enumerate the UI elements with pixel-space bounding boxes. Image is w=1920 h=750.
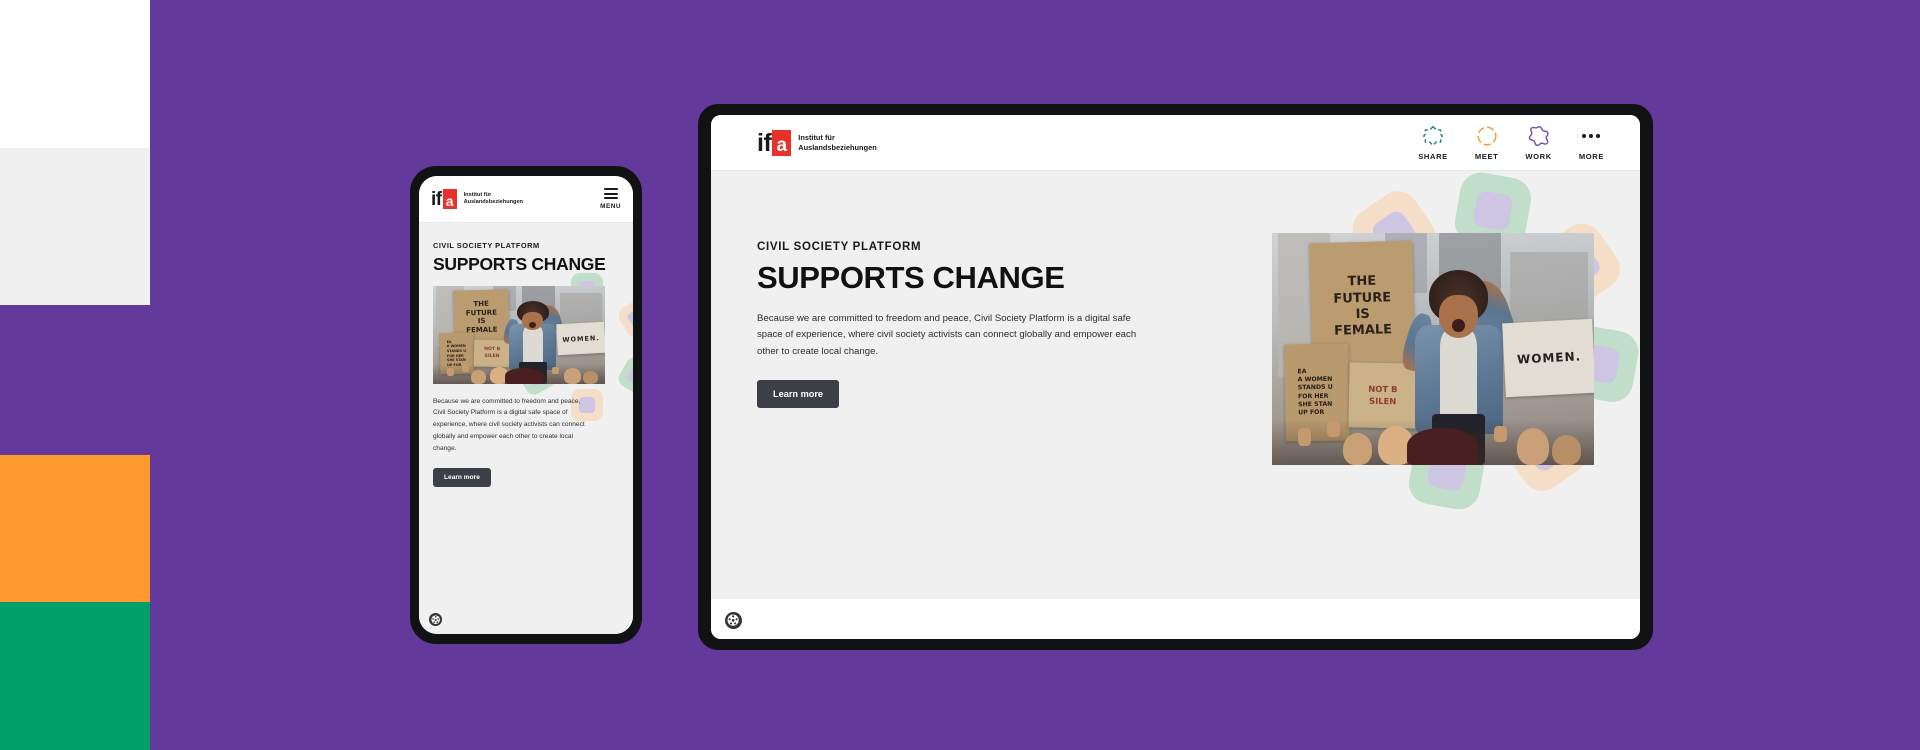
- color-band-white: [0, 0, 150, 148]
- logo-mark: if a: [431, 189, 457, 209]
- share-star-icon: [1422, 125, 1444, 146]
- work-star-icon: [1528, 125, 1549, 146]
- tablet-learn-more-button[interactable]: Learn more: [757, 380, 840, 409]
- nav-label-work: WORK: [1525, 151, 1552, 161]
- tablet-screen: if a Institut für Auslandsbeziehungen SH…: [711, 115, 1640, 639]
- phone-learn-more-button[interactable]: Learn more: [433, 468, 491, 488]
- nav-label-more: MORE: [1578, 151, 1604, 161]
- nav-item-share[interactable]: SHARE: [1418, 125, 1448, 161]
- nav-item-more[interactable]: MORE: [1579, 125, 1604, 161]
- logo-if-text: if: [431, 189, 442, 210]
- sign-women: WOMEN.: [556, 321, 605, 356]
- nav-item-work[interactable]: WORK: [1525, 125, 1551, 161]
- tablet-hero-copy: CIVIL SOCIETY PLATFORM SUPPORTS CHANGE B…: [757, 241, 1147, 599]
- protest-photo: THE FUTURE IS FEMALE EA A WOMEN STANDS U…: [1272, 233, 1594, 465]
- phone-hero-section: CIVIL SOCIETY PLATFORM SUPPORTS CHANGE T…: [419, 223, 633, 634]
- tablet-eyebrow: CIVIL SOCIETY PLATFORM: [757, 241, 922, 253]
- color-band-orange: [0, 455, 150, 602]
- nav-label-share: SHARE: [1418, 151, 1448, 161]
- color-band-gray: [0, 148, 150, 305]
- accessibility-icon: [431, 615, 440, 624]
- color-band-green: [0, 602, 150, 750]
- main-navigation: SHARE MEET WORK MORE: [1418, 125, 1604, 161]
- protest-photo: THE FUTURE IS FEMALE EA A WOMEN STANDS U…: [433, 285, 605, 384]
- logo-mark: if a: [757, 128, 792, 157]
- nav-item-meet[interactable]: MEET: [1475, 125, 1499, 161]
- tablet-header: if a Institut für Auslandsbeziehungen SH…: [711, 115, 1640, 171]
- phone-hero-image: THE FUTURE IS FEMALE EA A WOMEN STANDS U…: [433, 285, 605, 384]
- tablet-page-title: SUPPORTS CHANGE: [757, 260, 1065, 295]
- logo-line-2: Auslandsbeziehungen: [798, 142, 877, 152]
- logo-wordmark: Institut für Auslandsbeziehungen: [798, 133, 876, 151]
- logo-a-badge: a: [772, 129, 792, 156]
- accessibility-icon: [727, 614, 740, 627]
- phone-hero-content: CIVIL SOCIETY PLATFORM SUPPORTS CHANGE T…: [433, 241, 619, 488]
- tablet-hero-section: CIVIL SOCIETY PLATFORM SUPPORTS CHANGE B…: [711, 171, 1640, 599]
- ifa-logo-phone[interactable]: if a Institut für Auslandsbeziehungen: [431, 189, 523, 209]
- phone-page-title: SUPPORTS CHANGE: [433, 254, 606, 274]
- more-dots-icon: [1582, 125, 1601, 147]
- hamburger-icon: [603, 188, 618, 199]
- sign-women: WOMEN.: [1501, 318, 1594, 398]
- logo-line-1: Institut für: [463, 192, 492, 199]
- accessibility-widget-phone[interactable]: [429, 613, 442, 626]
- accessibility-widget-tablet[interactable]: [725, 612, 742, 629]
- logo-line-2: Auslandsbeziehungen: [463, 199, 523, 205]
- logo-line-1: Institut für: [798, 133, 835, 143]
- tablet-paragraph: Because we are committed to freedom and …: [757, 312, 1137, 357]
- phone-paragraph: Because we are committed to freedom and …: [433, 397, 585, 452]
- logo-if-text: if: [757, 128, 772, 157]
- meet-circle-icon: [1477, 125, 1497, 146]
- mobile-menu-button[interactable]: MENU: [600, 188, 621, 210]
- logo-wordmark: Institut für Auslandsbeziehungen: [464, 192, 523, 206]
- tablet-hero-image: THE FUTURE IS FEMALE EA A WOMEN STANDS U…: [1272, 233, 1594, 465]
- ifa-logo-tablet[interactable]: if a Institut für Auslandsbeziehungen: [757, 128, 877, 157]
- phone-header: if a Institut für Auslandsbeziehungen ME…: [419, 176, 633, 223]
- nav-label-meet: MEET: [1474, 151, 1499, 161]
- phone-screen: if a Institut für Auslandsbeziehungen ME…: [419, 176, 633, 634]
- tablet-footer: [711, 599, 1640, 639]
- phone-eyebrow: CIVIL SOCIETY PLATFORM: [433, 241, 540, 250]
- phone-device-frame: if a Institut für Auslandsbeziehungen ME…: [410, 166, 642, 644]
- logo-a-badge: a: [442, 189, 457, 209]
- menu-label: MENU: [600, 203, 621, 210]
- tablet-device-frame: if a Institut für Auslandsbeziehungen SH…: [698, 104, 1653, 650]
